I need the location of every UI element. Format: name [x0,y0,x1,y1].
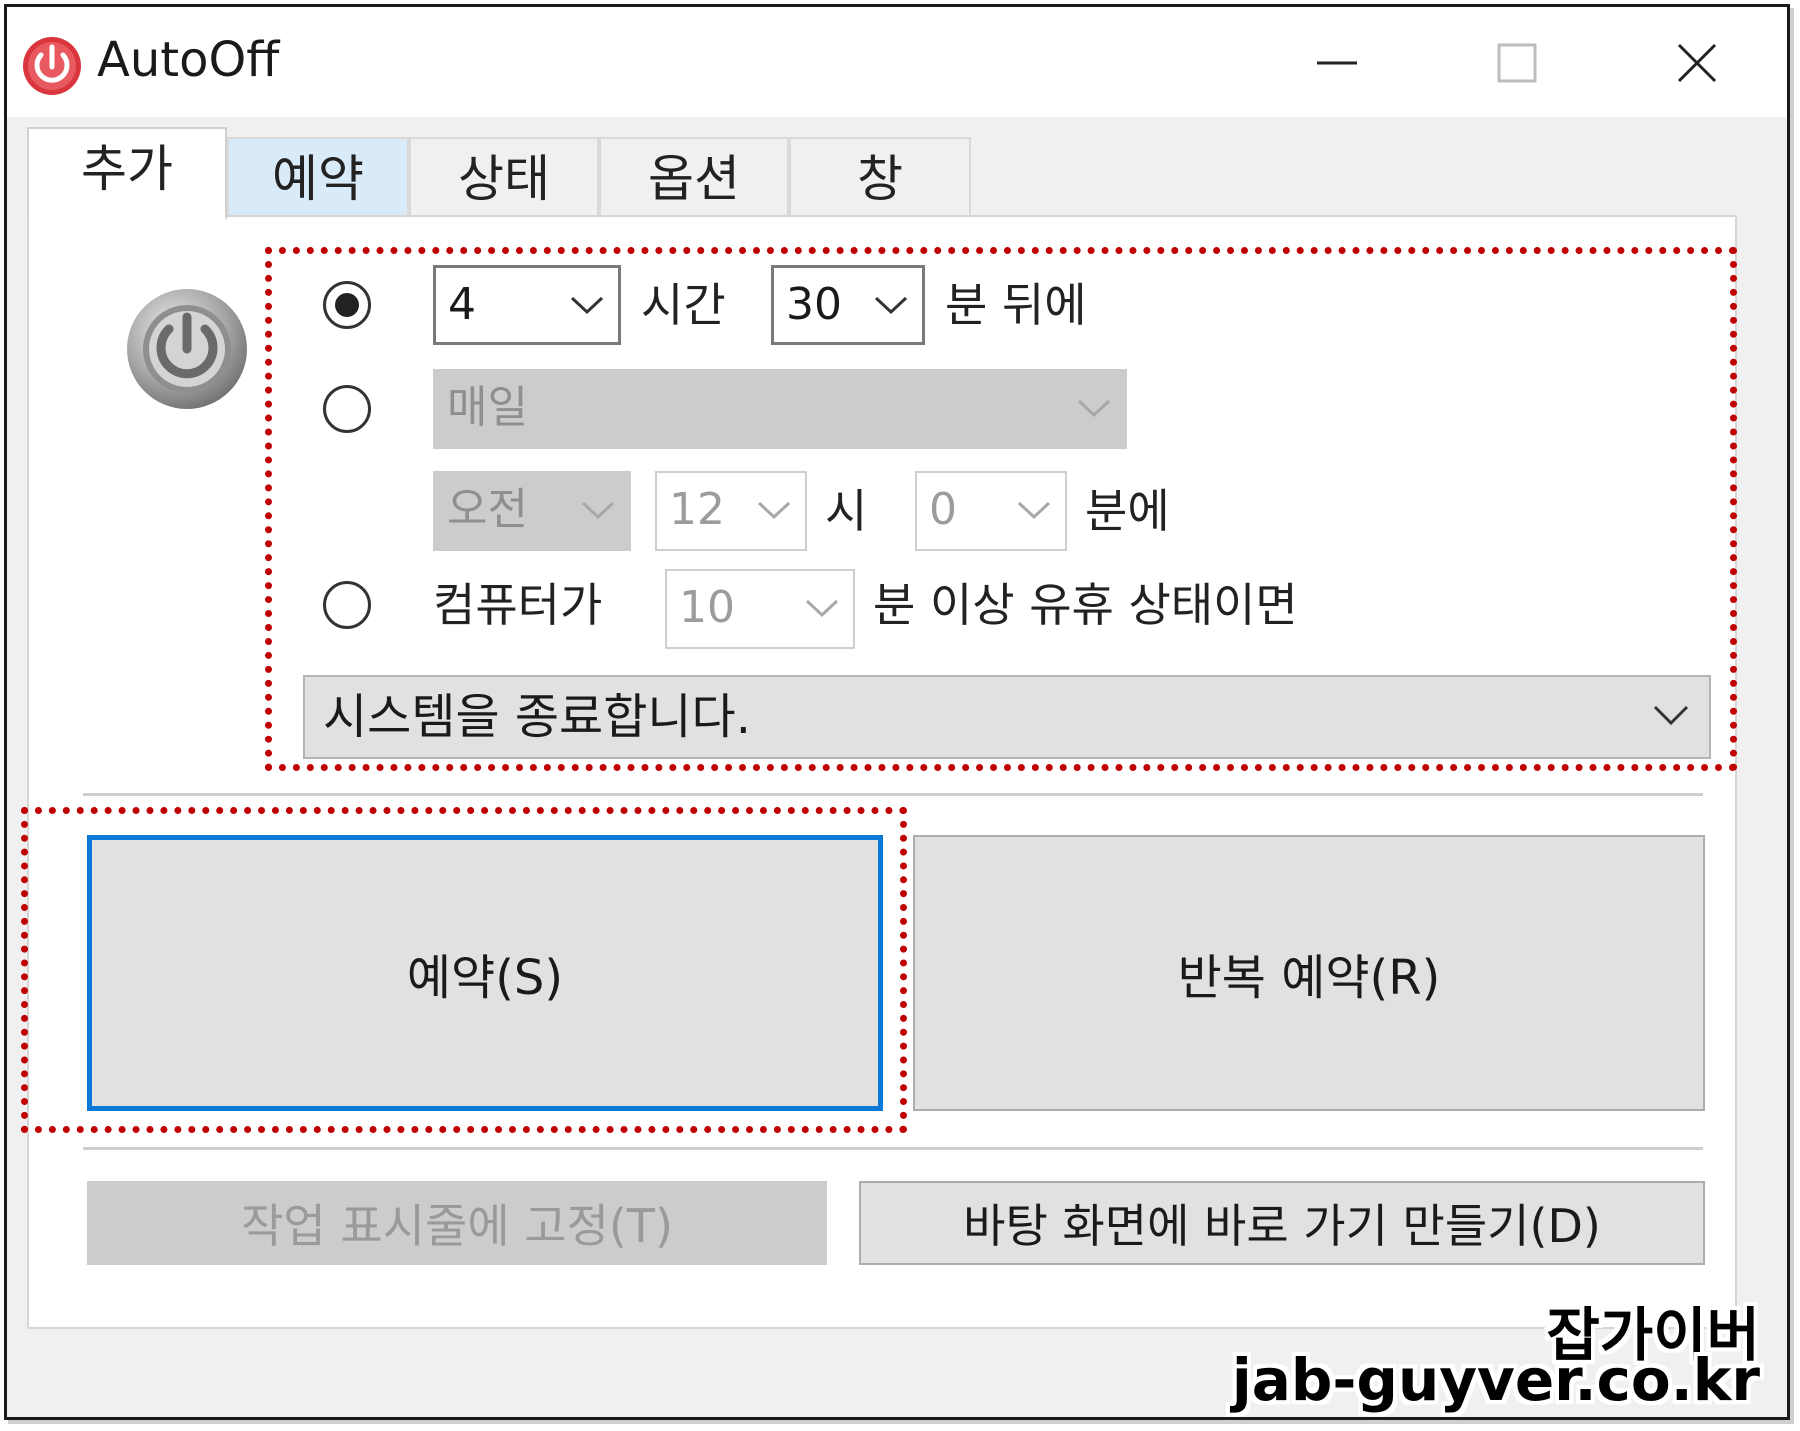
autooff-window: AutoOff 추가 예약 상태 옵션 창 4 시간 30 분 뒤에 매일 오전… [7,7,1787,1417]
idle-prefix-label: 컴퓨터가 [433,578,603,632]
chevron-down-icon [1653,705,1689,726]
tab-add[interactable]: 추가 [27,127,227,219]
create-desktop-shortcut-button[interactable]: 바탕 화면에 바로 가기 만들기(D) [859,1181,1705,1265]
action-value: 시스템을 종료합니다. [323,689,751,745]
pin-to-taskbar-button[interactable]: 작업 표시줄에 고정(T) [87,1181,827,1265]
minutes-value: 30 [786,279,842,330]
tab-window[interactable]: 창 [789,137,971,217]
radio-idle[interactable] [323,581,371,629]
maximize-button[interactable] [1457,23,1577,103]
chevron-down-icon [805,599,839,618]
minutes-combo[interactable]: 30 [771,265,925,345]
power-app-icon [23,37,81,95]
hour-value: 12 [669,484,725,535]
close-icon [1677,43,1717,83]
schedule-button[interactable]: 예약(S) [87,835,883,1111]
chevron-down-icon [757,501,791,520]
ampm-combo[interactable]: 오전 [433,471,631,551]
minimize-icon [1317,61,1357,65]
watermark-url: jab-guyver.co.kr [1231,1346,1760,1414]
radio-selected-dot [335,293,359,317]
minute-label: 분에 [1085,484,1170,538]
window-title: AutoOff [97,32,280,88]
ampm-value: 오전 [447,484,528,535]
title-bar: AutoOff [7,7,1787,117]
repeat-schedule-button[interactable]: 반복 예약(R) [913,835,1705,1111]
radio-after-time[interactable] [323,281,371,329]
minute-value: 0 [929,484,957,535]
screenshot-frame: AutoOff 추가 예약 상태 옵션 창 4 시간 30 분 뒤에 매일 오전… [4,4,1790,1420]
chevron-down-icon [874,296,908,315]
minute-combo[interactable]: 0 [915,471,1067,551]
close-button[interactable] [1637,23,1757,103]
separator-bottom [83,1147,1703,1150]
hours-combo[interactable]: 4 [433,265,621,345]
radio-specific-time[interactable] [323,385,371,433]
hour-combo[interactable]: 12 [655,471,807,551]
idle-minutes-combo[interactable]: 10 [665,569,855,649]
power-icon [127,289,247,409]
idle-suffix-label: 분 이상 유휴 상태이면 [873,578,1298,632]
chevron-down-icon [1017,501,1051,520]
repeat-value: 매일 [447,382,528,433]
hours-value: 4 [448,279,476,330]
chevron-down-icon [570,296,604,315]
hour-label: 시 [825,484,868,538]
tab-options[interactable]: 옵션 [599,137,789,217]
chevron-down-icon [581,501,615,520]
action-combo[interactable]: 시스템을 종료합니다. [303,675,1711,759]
tab-status[interactable]: 상태 [409,137,599,217]
minimize-button[interactable] [1277,23,1397,103]
tab-schedule[interactable]: 예약 [227,137,409,217]
separator-top [83,793,1703,796]
idle-minutes-value: 10 [679,582,735,633]
hours-label: 시간 [641,278,726,332]
minutes-label: 분 뒤에 [945,278,1087,332]
repeat-combo[interactable]: 매일 [433,369,1127,449]
maximize-icon [1497,43,1537,83]
chevron-down-icon [1077,399,1111,418]
